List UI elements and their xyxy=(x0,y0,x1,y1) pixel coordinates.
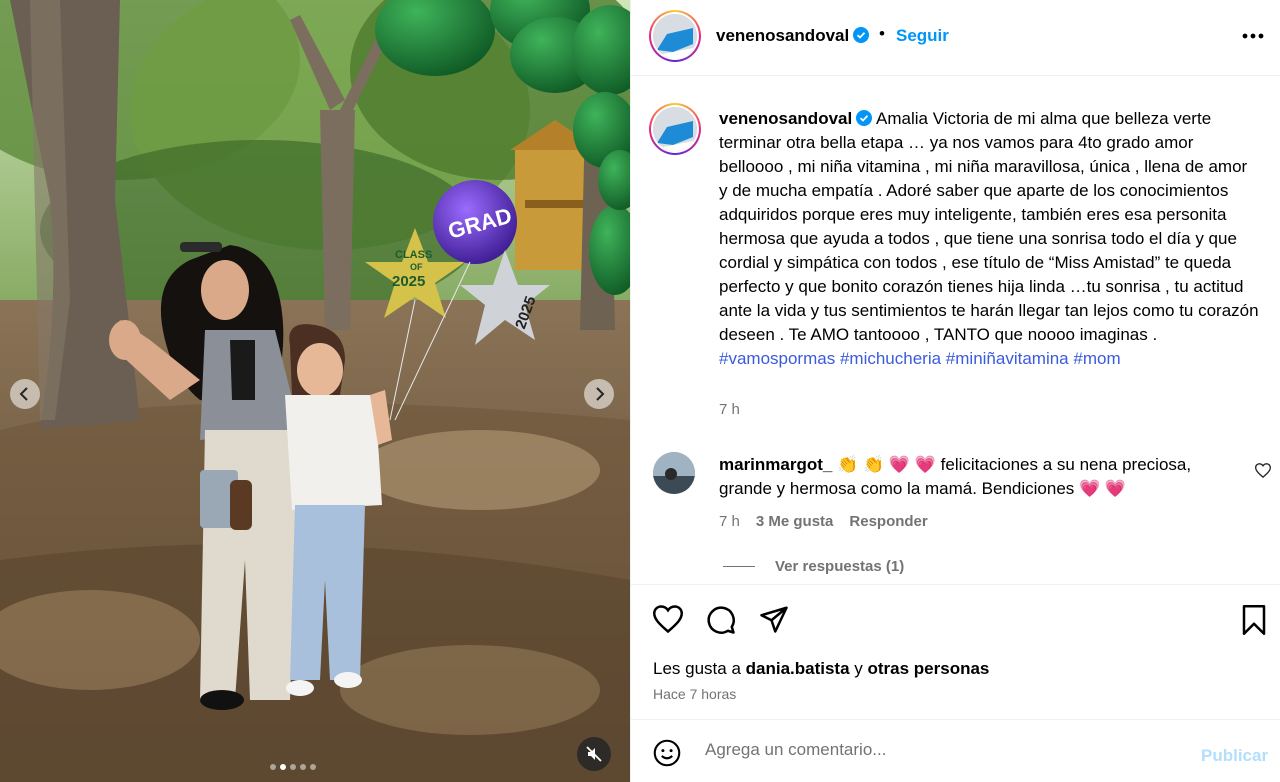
comment-composer: Publicar xyxy=(631,721,1280,782)
hashtag-link[interactable]: #mom xyxy=(1073,349,1120,368)
caption-timestamp[interactable]: 7 h xyxy=(719,401,740,418)
reply-button[interactable]: Responder xyxy=(849,513,927,530)
carousel-dot xyxy=(270,764,276,770)
author-username-text[interactable]: venenosandoval xyxy=(716,26,849,45)
post-media[interactable]: CLASS OF 2025 GRAD 2025 xyxy=(0,0,630,782)
post-header: venenosandoval • Seguir xyxy=(631,0,1280,76)
comment-meta: 7 h 3 Me gusta Responder xyxy=(719,513,928,530)
emoji-button[interactable] xyxy=(653,739,681,772)
comment-timestamp[interactable]: 7 h xyxy=(719,513,740,530)
like-button[interactable] xyxy=(652,605,684,635)
hashtag-link[interactable]: #vamospormas xyxy=(719,349,835,368)
save-button[interactable] xyxy=(1241,605,1271,635)
carousel-indicator xyxy=(270,764,316,770)
comments-section[interactable]: venenosandoval Amalia Victoria de mi alm… xyxy=(631,77,1280,583)
carousel-dot xyxy=(310,764,316,770)
more-dots-icon xyxy=(1242,33,1264,39)
chevron-right-icon xyxy=(596,387,605,401)
chevron-left-icon xyxy=(19,387,28,401)
likes-summary: Les gusta a dania.batista y otras person… xyxy=(653,659,989,679)
caption-author-avatar[interactable] xyxy=(649,103,701,155)
comment-bubble-icon xyxy=(707,606,735,634)
hashtag-link[interactable]: #michucheria xyxy=(840,349,941,368)
liker-username[interactable]: dania.batista xyxy=(746,659,850,678)
star-balloon-text-1: CLASS xyxy=(395,249,432,261)
author-avatar[interactable] xyxy=(649,10,701,62)
post-details-panel: venenosandoval • Seguir venenosandoval A… xyxy=(630,0,1280,782)
heart-icon xyxy=(1254,463,1272,479)
comment-button[interactable] xyxy=(706,605,736,635)
next-photo-button[interactable] xyxy=(584,379,614,409)
speaker-muted-icon xyxy=(586,746,602,762)
comment-likes-count[interactable]: 3 Me gusta xyxy=(756,513,834,530)
star-balloon-text-2: OF xyxy=(410,262,423,272)
follow-button[interactable]: Seguir xyxy=(896,26,949,46)
carousel-dot xyxy=(280,764,286,770)
commenter-username[interactable]: marinmargot_ xyxy=(719,455,832,474)
comment-body: marinmargot_ 👏 👏 💗 💗 felicitaciones a su… xyxy=(719,453,1239,501)
view-replies-label[interactable]: Ver respuestas (1) xyxy=(775,558,904,575)
author-username[interactable]: venenosandoval xyxy=(716,26,870,46)
share-button[interactable] xyxy=(759,605,789,635)
post-photo: CLASS OF 2025 GRAD 2025 xyxy=(0,0,630,782)
comment-input[interactable] xyxy=(705,735,1185,765)
star-balloon-text-3: 2025 xyxy=(392,273,425,290)
post-actions: Les gusta a dania.batista y otras person… xyxy=(631,584,1280,720)
paper-plane-icon xyxy=(760,606,788,633)
carousel-dot xyxy=(300,764,306,770)
mute-toggle-button[interactable] xyxy=(577,737,611,771)
post-caption: venenosandoval Amalia Victoria de mi alm… xyxy=(719,107,1259,371)
previous-photo-button[interactable] xyxy=(10,379,40,409)
verified-badge-icon xyxy=(853,27,870,43)
more-options-button[interactable] xyxy=(1241,26,1265,46)
replies-divider xyxy=(723,566,755,567)
caption-text: Amalia Victoria de mi alma que belleza v… xyxy=(719,109,1259,344)
emoji-smiley-icon xyxy=(653,739,681,767)
header-separator: • xyxy=(879,24,885,43)
comment-like-button[interactable] xyxy=(1254,463,1272,483)
likes-prefix: Les gusta a xyxy=(653,659,746,678)
commenter-avatar[interactable] xyxy=(653,452,695,494)
likes-middle: y xyxy=(849,659,868,678)
bookmark-icon xyxy=(1242,605,1266,635)
other-likers-link[interactable]: otras personas xyxy=(868,659,990,678)
caption-username[interactable]: venenosandoval xyxy=(719,109,852,128)
post-timestamp[interactable]: Hace 7 horas xyxy=(653,686,736,702)
heart-icon xyxy=(652,605,684,634)
publish-button[interactable]: Publicar xyxy=(1201,746,1268,766)
carousel-dot xyxy=(290,764,296,770)
hashtag-link[interactable]: #miniñavitamina xyxy=(946,349,1069,368)
view-replies-button[interactable]: Ver respuestas (1) xyxy=(723,558,904,575)
verified-badge-icon xyxy=(856,110,873,126)
